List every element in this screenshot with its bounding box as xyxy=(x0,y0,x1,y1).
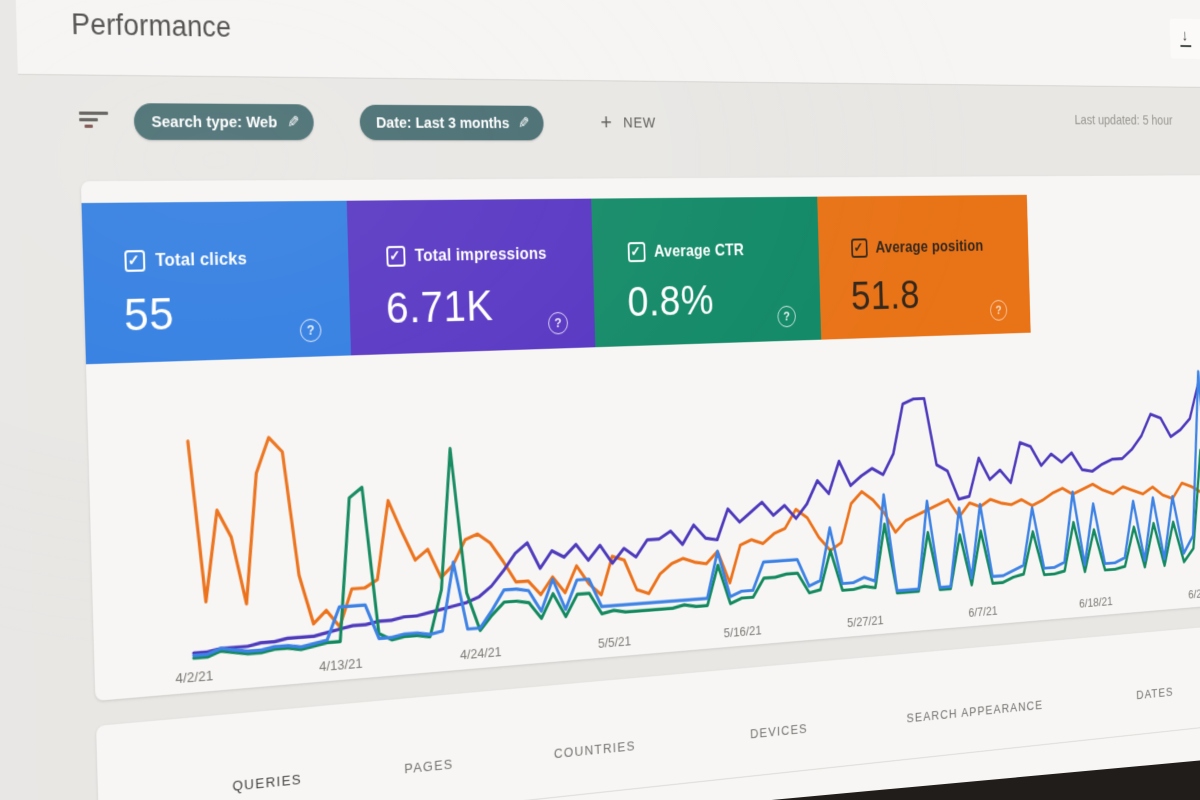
search-type-chip[interactable]: Search type: Web xyxy=(133,103,315,141)
metric-card-average-ctr[interactable]: Average CTR 0.8% xyxy=(591,196,822,348)
tab-dates[interactable]: DATES xyxy=(1136,685,1174,702)
metric-label: Average CTR xyxy=(653,241,745,261)
tab-queries[interactable]: QUERIES xyxy=(232,771,302,794)
metric-value: 0.8% xyxy=(626,276,715,327)
performance-chart-card: Total clicks 55 Total impressions 6.71K … xyxy=(80,175,1200,701)
metric-value: 6.71K xyxy=(385,281,494,334)
x-axis-label: 5/5/21 xyxy=(597,633,632,651)
page-title: Performance xyxy=(70,7,232,44)
metric-value: 51.8 xyxy=(850,271,921,320)
page-header: Performance xyxy=(14,0,1200,89)
metric-card-total-impressions[interactable]: Total impressions 6.71K xyxy=(346,198,596,356)
search-type-chip-label: Search type: Web xyxy=(151,112,278,132)
help-icon[interactable] xyxy=(989,299,1008,321)
tab-search-appearance[interactable]: SEARCH APPEARANCE xyxy=(906,698,1043,726)
x-axis-label: 6/29/21 xyxy=(1188,585,1200,602)
x-axis-label: 5/27/21 xyxy=(846,612,884,631)
metric-card-total-clicks[interactable]: Total clicks 55 xyxy=(81,200,352,365)
date-chip-label: Date: Last 3 months xyxy=(375,113,510,132)
checkbox-icon[interactable] xyxy=(627,241,646,263)
last-updated-text: Last updated: 5 hour xyxy=(1074,113,1173,129)
new-filter-label: NEW xyxy=(623,113,657,132)
plus-icon: + xyxy=(600,109,613,135)
download-icon xyxy=(1180,31,1192,47)
help-icon[interactable] xyxy=(299,318,322,343)
photo-stage: Performance Search type: Web Date: Last … xyxy=(0,0,1200,800)
tab-devices[interactable]: DEVICES xyxy=(750,721,808,741)
metric-value: 55 xyxy=(123,288,175,342)
metric-card-average-position[interactable]: Average position 51.8 xyxy=(817,194,1031,340)
help-icon[interactable] xyxy=(547,311,569,335)
edit-pencil-icon xyxy=(518,114,530,132)
help-icon[interactable] xyxy=(777,305,797,328)
checkbox-icon[interactable] xyxy=(386,245,406,267)
edit-pencil-icon xyxy=(287,113,300,132)
checkbox-icon[interactable] xyxy=(124,249,146,272)
filter-icon[interactable] xyxy=(78,111,111,134)
x-axis-label: 4/2/21 xyxy=(175,667,214,687)
export-button[interactable] xyxy=(1169,18,1200,59)
checkbox-icon[interactable] xyxy=(851,238,868,258)
x-axis-label: 6/7/21 xyxy=(968,603,998,620)
metric-label: Total clicks xyxy=(155,249,248,271)
metric-label: Average position xyxy=(875,237,984,257)
tab-pages[interactable]: PAGES xyxy=(404,756,454,776)
date-range-chip[interactable]: Date: Last 3 months xyxy=(359,104,544,141)
metric-cards: Total clicks 55 Total impressions 6.71K … xyxy=(81,194,1031,365)
tab-countries[interactable]: COUNTRIES xyxy=(554,738,636,761)
new-filter-button[interactable]: + NEW xyxy=(600,109,657,135)
x-axis-label: 6/18/21 xyxy=(1078,593,1113,611)
metric-label: Total impressions xyxy=(414,244,547,266)
search-console-screen: Performance Search type: Web Date: Last … xyxy=(14,0,1200,800)
